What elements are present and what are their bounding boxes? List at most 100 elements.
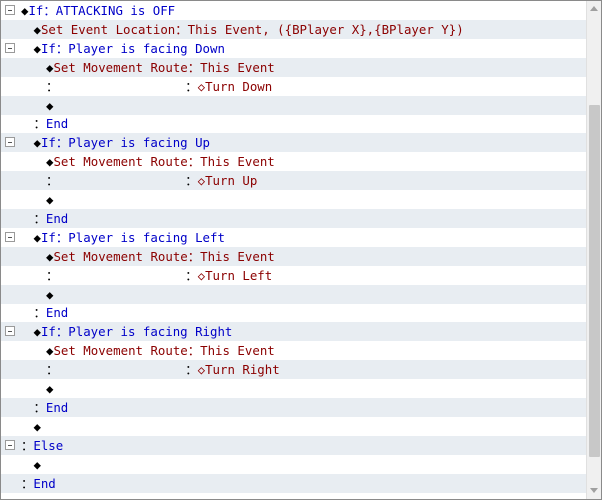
marker-text: ◆ — [33, 21, 41, 37]
branch-text: End — [45, 116, 69, 132]
marker-text: ◆ — [33, 229, 41, 245]
command-text: ：End — [34, 114, 69, 133]
fold-collapse-icon[interactable] — [5, 326, 15, 337]
scrollbar-thumb[interactable] — [589, 105, 600, 457]
row-gutter — [1, 322, 19, 341]
scroll-down-arrow-icon[interactable] — [587, 483, 601, 499]
marker-text: ◆ — [46, 192, 54, 207]
command-row[interactable]: ◆If：Player is facing Left — [1, 228, 587, 247]
command-row[interactable]: ： ：◇Turn Up — [1, 171, 587, 191]
branch-text: End — [45, 210, 69, 226]
command-label: Set Movement Route：This Event — [53, 343, 275, 359]
row-gutter — [1, 171, 19, 190]
command-label: ◇Turn Up — [197, 173, 258, 189]
command-text: ◆If：Player is facing Left — [34, 228, 225, 247]
row-gutter — [1, 20, 19, 39]
command-row[interactable]: ： ：◇Turn Left — [1, 266, 587, 285]
command-text: ：End — [34, 303, 69, 322]
command-row[interactable]: ：End — [1, 303, 587, 322]
vertical-scrollbar[interactable] — [586, 1, 601, 499]
marker-text: ： ： — [46, 78, 198, 94]
row-gutter — [1, 417, 19, 436]
row-gutter — [1, 455, 19, 474]
branch-text: If：Player is facing Up — [40, 135, 211, 151]
fold-collapse-icon[interactable] — [5, 231, 15, 242]
command-text: ◆If：Player is facing Down — [34, 39, 225, 58]
command-text: ◆ — [46, 190, 53, 209]
row-gutter — [1, 96, 19, 115]
command-row[interactable]: ◆If：ATTACKING is OFF — [1, 1, 587, 20]
row-gutter — [1, 398, 19, 417]
command-label: ◇Turn Left — [197, 267, 273, 283]
marker-text: ◆ — [46, 381, 54, 396]
marker-text: ◆ — [33, 418, 41, 434]
marker-text: ： — [21, 475, 34, 491]
row-gutter — [1, 152, 19, 171]
command-row[interactable]: ◆ — [1, 284, 587, 304]
command-row[interactable]: ◆If：Player is facing Up — [1, 133, 587, 153]
command-text: ：End — [21, 474, 56, 493]
row-gutter — [1, 303, 19, 322]
marker-text: ◆ — [33, 324, 41, 340]
command-label: ◇Turn Right — [197, 362, 280, 378]
command-row[interactable]: ◆Set Movement Route：This Event — [1, 341, 587, 360]
fold-collapse-icon[interactable] — [5, 5, 15, 15]
command-row[interactable]: ：Else — [1, 435, 587, 455]
command-text: ： ：◇Turn Up — [46, 171, 257, 190]
row-gutter — [1, 360, 19, 379]
command-text: ◆If：ATTACKING is OFF — [21, 1, 175, 20]
command-text: ◆Set Movement Route：This Event — [46, 247, 275, 266]
branch-text: End — [45, 399, 69, 415]
command-text: ： ：◇Turn Down — [46, 77, 272, 96]
row-gutter — [1, 228, 19, 247]
event-command-list[interactable]: ◆If：ATTACKING is OFF ◆Set Event Location：… — [0, 0, 602, 500]
row-gutter — [1, 77, 19, 96]
row-gutter — [1, 379, 19, 398]
command-row[interactable]: ：End — [1, 114, 587, 133]
command-label: Set Movement Route：This Event — [53, 59, 275, 75]
command-row[interactable]: ◆ — [1, 379, 587, 398]
command-row[interactable]: ◆Set Movement Route：This Event — [1, 246, 587, 266]
command-row[interactable]: ◆ — [1, 417, 587, 436]
command-row[interactable]: ◆Set Movement Route：This Event — [1, 57, 587, 77]
row-gutter — [1, 1, 19, 20]
command-row[interactable]: ◆If：Player is facing Down — [1, 39, 587, 58]
marker-text: ： — [33, 210, 46, 226]
command-row[interactable]: ： ：◇Turn Down — [1, 77, 587, 96]
command-label: Set Event Location：This Event, ({BPlayer… — [40, 21, 464, 37]
marker-text: ◆ — [33, 135, 41, 151]
command-text: ：End — [34, 398, 69, 417]
row-gutter — [1, 209, 19, 228]
row-gutter — [1, 190, 19, 209]
command-text: ：End — [34, 209, 69, 228]
command-text: ◆Set Movement Route：This Event — [46, 58, 275, 77]
row-gutter — [1, 39, 19, 58]
marker-text: ： ： — [46, 267, 198, 283]
command-text: ◆If：Player is facing Right — [34, 322, 233, 341]
command-row[interactable]: ：End — [1, 473, 587, 493]
command-row[interactable]: ：End — [1, 397, 587, 417]
command-row[interactable]: ：End — [1, 208, 587, 228]
fold-collapse-icon[interactable] — [5, 137, 15, 148]
command-row[interactable]: ◆ — [1, 190, 587, 209]
command-row[interactable]: ◆ — [1, 95, 587, 115]
marker-text: ： — [33, 305, 46, 321]
scroll-up-arrow-icon[interactable] — [587, 1, 601, 17]
marker-text: ： ： — [46, 173, 198, 189]
command-row[interactable]: ◆If：Player is facing Right — [1, 322, 587, 342]
fold-collapse-icon[interactable] — [5, 439, 15, 450]
command-row[interactable]: ： ：◇Turn Right — [1, 360, 587, 380]
command-text: ： ：◇Turn Right — [46, 360, 280, 379]
command-text: ◆ — [46, 96, 53, 115]
marker-text: ◆ — [33, 456, 41, 472]
marker-text: ： — [33, 116, 46, 132]
command-text: ：Else — [21, 436, 63, 455]
command-row[interactable]: ◆Set Event Location：This Event, ({BPlaye… — [1, 19, 587, 39]
command-text: ◆Set Movement Route：This Event — [46, 341, 275, 360]
fold-collapse-icon[interactable] — [5, 42, 15, 53]
command-row[interactable]: ◆ — [1, 455, 587, 474]
command-text: ◆ — [34, 455, 41, 474]
command-row[interactable]: ◆Set Movement Route：This Event — [1, 152, 587, 171]
marker-text: ◆ — [46, 286, 54, 302]
row-gutter — [1, 133, 19, 152]
